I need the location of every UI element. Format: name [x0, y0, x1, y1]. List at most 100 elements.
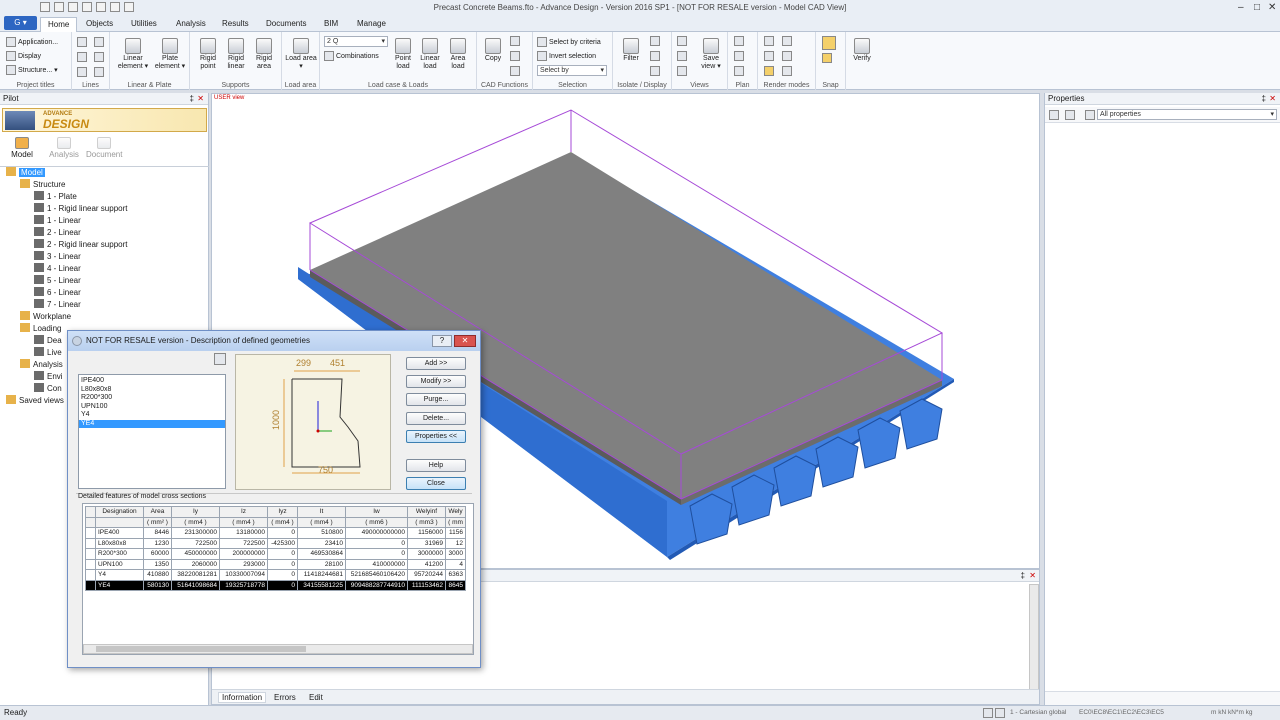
- design-codes[interactable]: EC0\EC8\EC1\EC2\EC3\EC5: [1079, 709, 1164, 716]
- column-header[interactable]: Area: [143, 506, 172, 518]
- status-icon-1[interactable]: [983, 708, 993, 718]
- table-hscrollbar[interactable]: [83, 644, 473, 654]
- tree-item[interactable]: 7 - Linear: [34, 299, 81, 309]
- verify-button[interactable]: Verify: [849, 38, 875, 63]
- linear-element-button[interactable]: Linear element ▾: [115, 38, 151, 71]
- tab-bim[interactable]: BIM: [324, 19, 338, 28]
- geometry-list-item[interactable]: YE4: [79, 419, 225, 428]
- category-icon[interactable]: [1065, 110, 1075, 120]
- snap-icon[interactable]: [822, 36, 836, 50]
- tree-item[interactable]: Structure: [20, 179, 65, 189]
- table-row[interactable]: R200*300 60000 450000000 200000000 0 46953086…: [85, 548, 466, 560]
- mode-document[interactable]: Document: [86, 137, 122, 159]
- hide-icon[interactable]: [650, 51, 660, 61]
- row-header[interactable]: [85, 548, 96, 560]
- row-header[interactable]: [85, 558, 96, 570]
- rigid-area-button[interactable]: Rigid area: [250, 38, 278, 71]
- show-icon[interactable]: [650, 66, 660, 76]
- table-row[interactable]: YE4 580130 51641098684 19325718778 0 34155581…: [85, 579, 466, 591]
- tab-results[interactable]: Results: [222, 19, 249, 28]
- render-texture-icon[interactable]: [782, 66, 792, 76]
- rotate-icon[interactable]: [510, 51, 520, 61]
- geometry-list-item[interactable]: R200*300: [79, 394, 225, 403]
- close-icon[interactable]: ✕: [1268, 2, 1276, 13]
- rectangle-icon[interactable]: [77, 67, 87, 77]
- properties-close-icon[interactable]: ✕: [1269, 93, 1276, 105]
- tab-analysis[interactable]: Analysis: [176, 19, 206, 28]
- modify-button[interactable]: Modify >>: [406, 375, 466, 388]
- filter-props-icon[interactable]: [1085, 110, 1095, 120]
- invert-selection-button[interactable]: Invert selection: [537, 51, 596, 61]
- tree-item[interactable]: 2 - Linear: [34, 227, 81, 237]
- row-header[interactable]: [85, 569, 96, 581]
- tab-home[interactable]: Home: [40, 17, 78, 33]
- table-hscroll-thumb[interactable]: [96, 646, 306, 652]
- tab-objects[interactable]: Objects: [86, 19, 113, 28]
- tree-item[interactable]: Analysis: [20, 359, 63, 369]
- plate-element-button[interactable]: Plate element ▾: [152, 38, 188, 71]
- table-row[interactable]: Y4 410880 38220081281 10330007094 0 114182446…: [85, 569, 466, 581]
- warning-icon[interactable]: [510, 66, 520, 76]
- tree-item[interactable]: Model: [6, 167, 45, 177]
- table-row[interactable]: UPN100 1350 2060000 293000 0 28100 410000000 41…: [85, 558, 466, 570]
- application-button[interactable]: Application...: [6, 37, 58, 47]
- polyline-icon[interactable]: [94, 52, 104, 62]
- render-line-icon[interactable]: [764, 51, 774, 61]
- dialog-close-icon[interactable]: ✕: [454, 335, 476, 347]
- mode-model[interactable]: Model: [8, 137, 36, 159]
- isolate-icon[interactable]: [650, 36, 660, 46]
- filter-button[interactable]: Filter: [617, 38, 645, 63]
- column-header[interactable]: Welyinf: [407, 506, 446, 518]
- tab-edit[interactable]: Edit: [309, 693, 323, 702]
- circle-icon[interactable]: [94, 67, 104, 77]
- tab-manage[interactable]: Manage: [357, 19, 386, 28]
- column-header[interactable]: It: [297, 506, 346, 518]
- tree-item[interactable]: 1 - Linear: [34, 215, 81, 225]
- geometry-list-item[interactable]: UPN100: [79, 403, 225, 412]
- render-active-icon[interactable]: [764, 66, 774, 76]
- add-button[interactable]: Add >>: [406, 357, 466, 370]
- tree-item[interactable]: 5 - Linear: [34, 275, 81, 285]
- column-header[interactable]: Iy: [171, 506, 220, 518]
- move-icon[interactable]: [510, 36, 520, 46]
- copy-button[interactable]: Copy: [480, 38, 506, 63]
- tree-item[interactable]: Saved views: [6, 395, 64, 405]
- rigid-point-button[interactable]: Rigid point: [194, 38, 222, 71]
- tab-utilities[interactable]: Utilities: [131, 19, 157, 28]
- column-header[interactable]: Iyz: [267, 506, 298, 518]
- row-header[interactable]: [85, 527, 96, 539]
- pilot-close-icon[interactable]: ✕: [197, 93, 204, 105]
- coordinate-system[interactable]: 1 - Cartesian global: [1010, 709, 1066, 716]
- view-top-icon[interactable]: [677, 51, 687, 61]
- linear-load-button[interactable]: Linear load: [417, 38, 443, 71]
- rigid-linear-button[interactable]: Rigid linear: [222, 38, 250, 71]
- plus-line-icon[interactable]: [77, 37, 87, 47]
- wireframe-icon[interactable]: [764, 36, 774, 46]
- tree-item[interactable]: Loading: [20, 323, 61, 333]
- row-header[interactable]: [85, 579, 96, 591]
- tab-errors[interactable]: Errors: [274, 693, 296, 702]
- dialog-help-icon[interactable]: ?: [432, 335, 452, 347]
- status-icon-2[interactable]: [995, 708, 1005, 718]
- row-header[interactable]: [85, 537, 96, 549]
- geometry-list-item[interactable]: IPE400: [79, 377, 225, 386]
- tree-item[interactable]: Envi: [34, 371, 63, 381]
- properties-pin-icon[interactable]: ‡: [1262, 93, 1266, 105]
- tree-item[interactable]: 1 - Rigid linear support: [34, 203, 127, 213]
- tree-item[interactable]: 6 - Linear: [34, 287, 81, 297]
- grid-icon[interactable]: [77, 52, 87, 62]
- table-row[interactable]: IPE400 8446 231300000 13180000 0 510800 490000…: [85, 527, 466, 539]
- print-preview-icon[interactable]: [214, 353, 226, 365]
- application-menu-button[interactable]: G ▾: [4, 16, 37, 30]
- snap-options-icon[interactable]: [822, 53, 832, 63]
- view-iso-icon[interactable]: [677, 66, 687, 76]
- tree-item[interactable]: Workplane: [20, 311, 71, 321]
- tab-information[interactable]: Information: [218, 692, 267, 703]
- close-button[interactable]: Close: [406, 477, 466, 490]
- point-load-button[interactable]: Point load: [390, 38, 416, 71]
- load-case-select[interactable]: 2 Q ▾: [324, 36, 388, 47]
- minimize-icon[interactable]: –: [1238, 2, 1244, 13]
- maximize-icon[interactable]: □: [1254, 2, 1260, 13]
- line-icon[interactable]: [94, 37, 104, 47]
- plan-chart-icon[interactable]: [734, 66, 744, 76]
